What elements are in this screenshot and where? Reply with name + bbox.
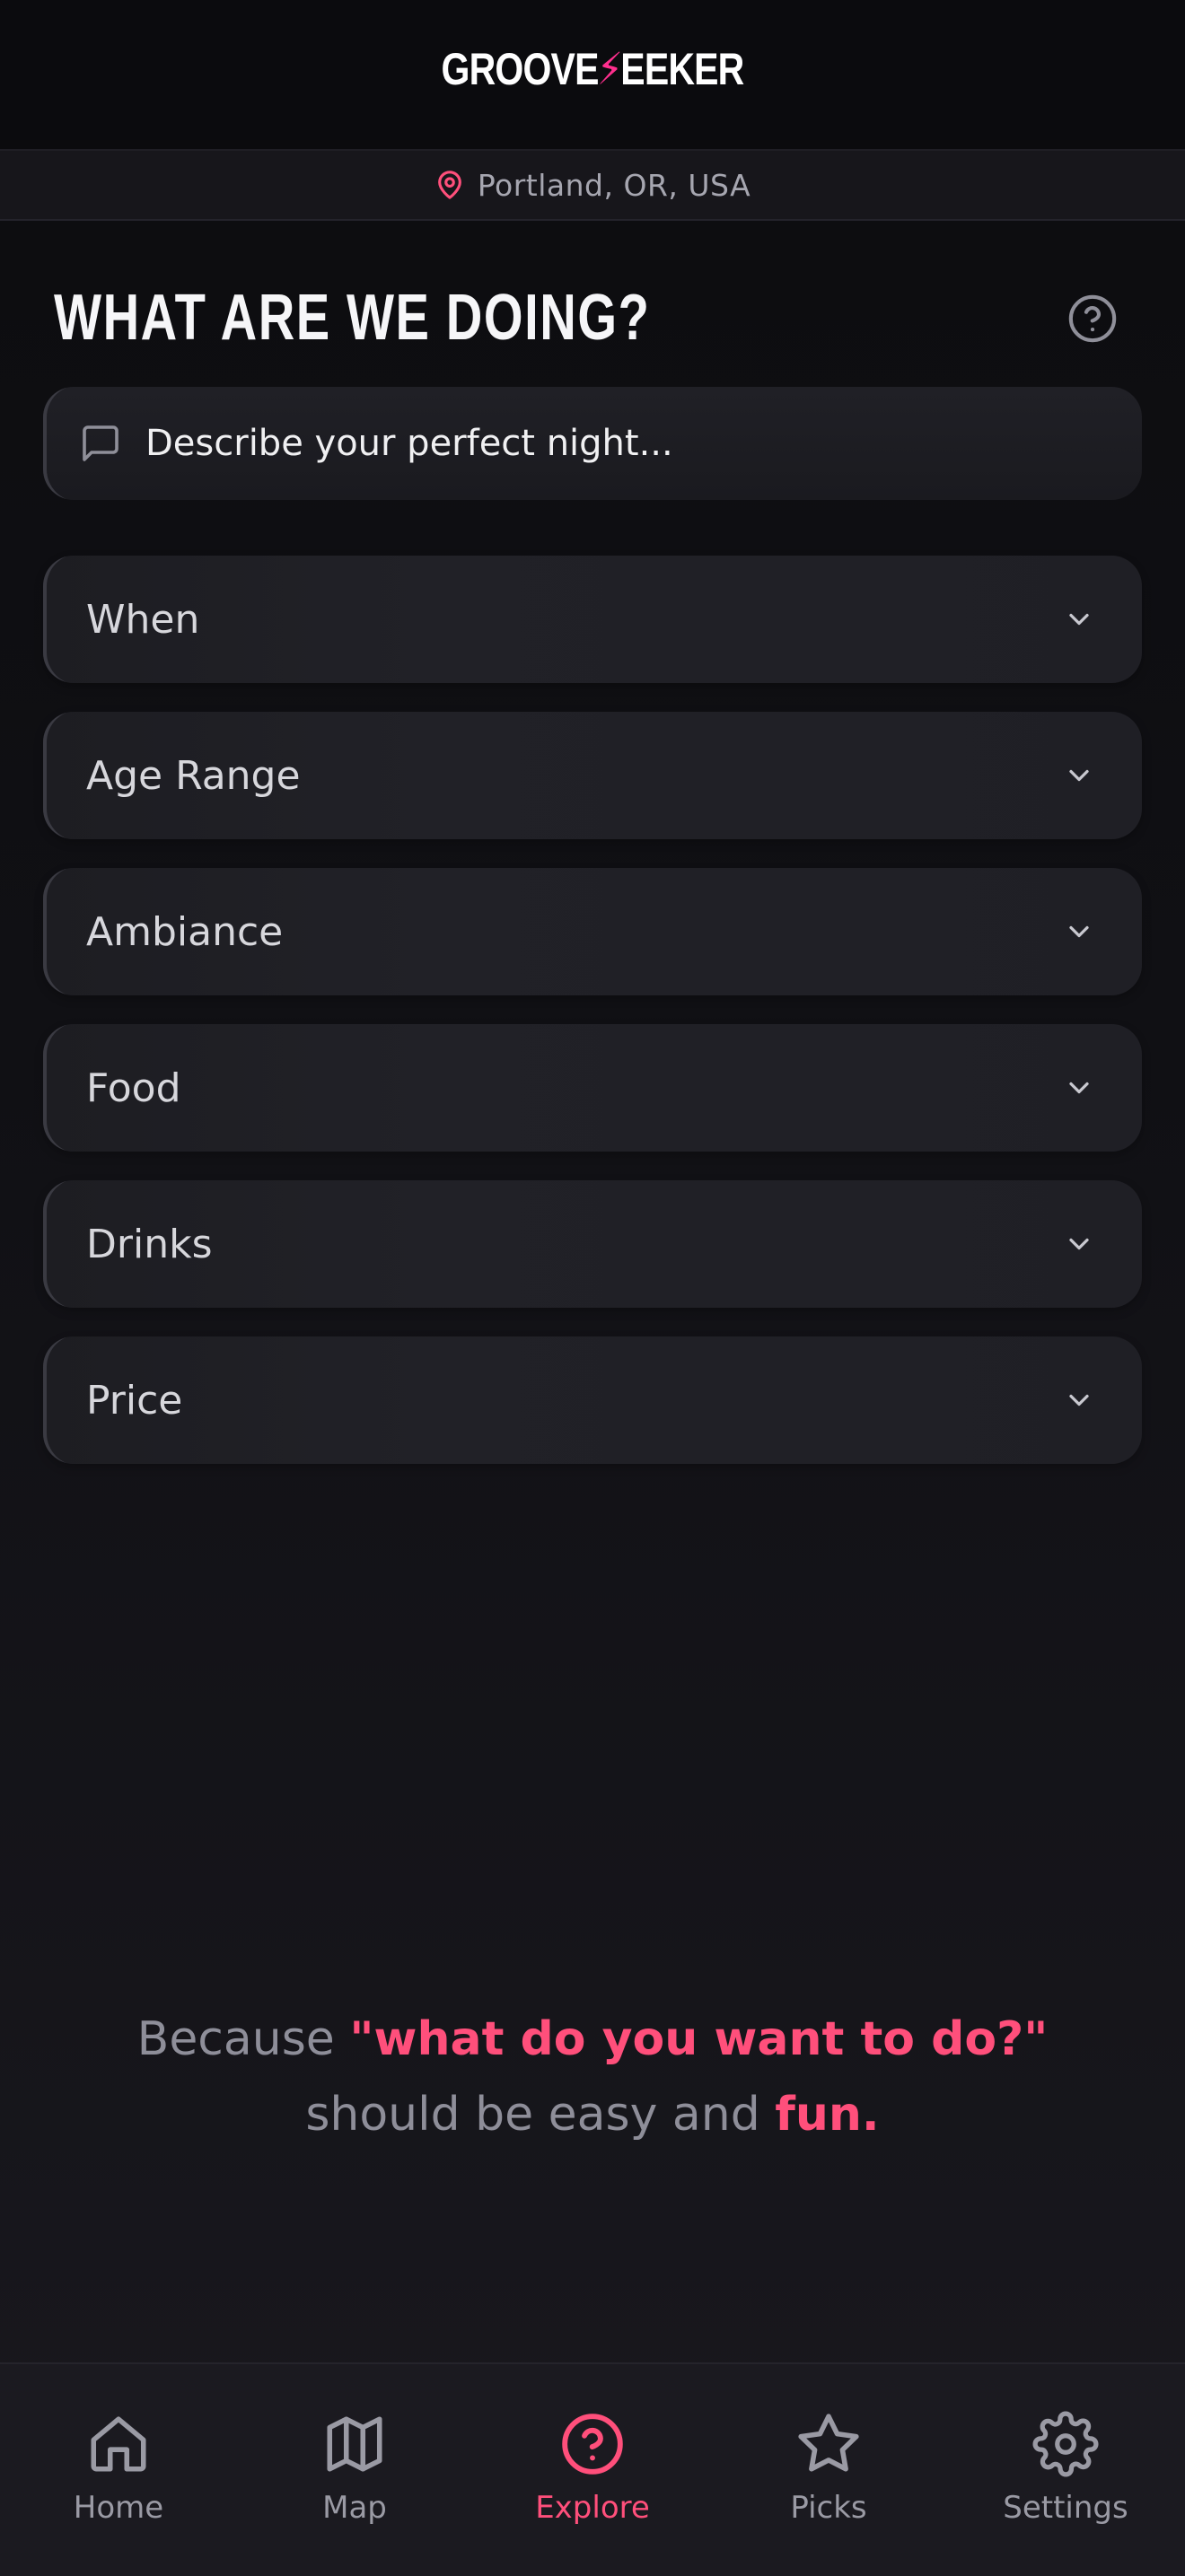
filter-label: Drinks <box>86 1221 213 1267</box>
logo-text-left: GROOVE <box>441 44 600 94</box>
map-pin-icon <box>437 171 461 199</box>
tagline-accent-fun: fun. <box>775 2088 880 2142</box>
chevron-down-icon <box>1069 769 1089 782</box>
filter-when-dropdown[interactable]: When <box>43 556 1142 683</box>
map-icon <box>327 2416 382 2472</box>
filter-age-range-dropdown[interactable]: Age Range <box>43 712 1142 839</box>
nav-item-explore[interactable]: Explore <box>485 2411 700 2526</box>
nav-item-map[interactable]: Map <box>247 2411 462 2526</box>
filter-label: Food <box>86 1065 181 1111</box>
nav-label: Explore <box>535 2490 650 2526</box>
filter-label: Age Range <box>86 752 301 799</box>
nav-label: Picks <box>790 2490 867 2526</box>
gear-icon <box>1032 2411 1099 2477</box>
star-icon <box>798 2414 859 2472</box>
home-icon <box>91 2416 146 2472</box>
filter-food-dropdown[interactable]: Food <box>43 1024 1142 1152</box>
lightning-bolt-icon: ⚡ <box>596 44 623 94</box>
chevron-down-icon <box>1069 1394 1089 1406</box>
describe-night-field[interactable] <box>43 387 1142 500</box>
nav-label: Home <box>73 2490 164 2526</box>
chevron-down-icon <box>1069 1082 1089 1094</box>
filter-drinks-dropdown[interactable]: Drinks <box>43 1180 1142 1308</box>
app-logo[interactable]: GROOVE⚡EEKER <box>107 36 1078 102</box>
question-circle-icon[interactable] <box>1066 293 1119 345</box>
describe-night-input[interactable] <box>144 422 1045 465</box>
question-circle-icon <box>562 2414 623 2475</box>
tagline-text: should be easy and <box>305 2088 776 2142</box>
filter-price-dropdown[interactable]: Price <box>43 1336 1142 1464</box>
chevron-down-icon <box>1069 613 1089 626</box>
filter-label: When <box>86 596 200 643</box>
nav-item-picks[interactable]: Picks <box>721 2411 936 2526</box>
nav-label: Map <box>322 2490 387 2526</box>
tagline-accent-question: "what do you want to do?" <box>349 2012 1049 2066</box>
location-bar[interactable]: Portland, OR, USA <box>0 149 1185 221</box>
tagline: Because "what do you want to do?" should… <box>81 2002 1104 2152</box>
nav-item-settings[interactable]: Settings <box>958 2411 1173 2526</box>
nav-label: Settings <box>1003 2490 1128 2526</box>
nav-item-home[interactable]: Home <box>11 2411 226 2526</box>
filter-ambiance-dropdown[interactable]: Ambiance <box>43 868 1142 995</box>
chevron-down-icon <box>1069 925 1089 938</box>
page-title: WHAT ARE WE DOING? <box>54 282 651 354</box>
location-text: Portland, OR, USA <box>477 167 751 203</box>
chat-bubble-icon <box>83 425 118 461</box>
filter-label: Ambiance <box>86 908 284 955</box>
filter-label: Price <box>86 1377 183 1424</box>
chevron-down-icon <box>1069 1238 1089 1250</box>
bottom-navigation: Home Map Explore Picks Settings <box>0 2362 1185 2576</box>
logo-text-right: EEKER <box>620 44 744 94</box>
app-root: GROOVE⚡EEKER Portland, OR, USA WHAT ARE … <box>0 0 1185 2576</box>
tagline-text: Because <box>136 2012 350 2066</box>
header: GROOVE⚡EEKER <box>0 0 1185 149</box>
